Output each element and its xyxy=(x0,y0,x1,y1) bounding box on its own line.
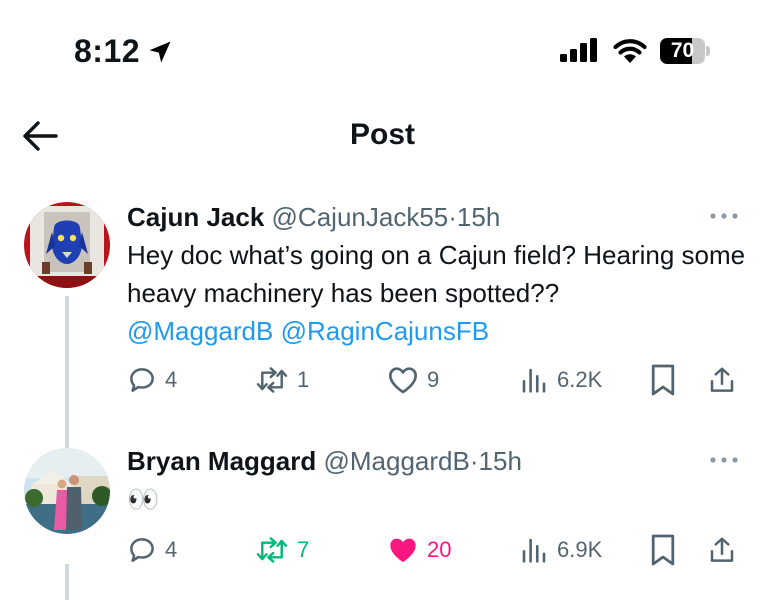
views-button[interactable]: 6.9K xyxy=(519,532,602,568)
tweet-cajun-jack[interactable]: Cajun Jack @CajunJack55·15h Hey doc what… xyxy=(0,190,765,450)
repost-icon xyxy=(256,537,288,563)
dot-separator: · xyxy=(469,446,479,476)
dot-separator: · xyxy=(448,202,457,232)
repost-icon xyxy=(256,367,288,393)
reply-icon xyxy=(130,538,154,562)
share-icon[interactable] xyxy=(707,362,737,398)
tweet-bryan-maggard[interactable]: Bryan Maggard @MaggardB·15h 👀 4 7 20 6.9… xyxy=(0,436,765,600)
author-handle[interactable]: @MaggardB xyxy=(324,446,470,476)
repost-count: 1 xyxy=(297,367,310,392)
like-button[interactable]: 20 xyxy=(387,532,451,568)
author-name[interactable]: Cajun Jack xyxy=(127,202,264,232)
views-chart-icon xyxy=(522,538,546,563)
repost-button[interactable]: 1 xyxy=(255,362,309,398)
status-time: 8:12 xyxy=(74,33,141,69)
author-row: Bryan Maggard @MaggardB·15h xyxy=(127,446,522,477)
tweet-text: 👀 xyxy=(127,480,747,518)
reply-button[interactable]: 4 xyxy=(127,362,177,398)
repost-button[interactable]: 7 xyxy=(255,532,309,568)
location-arrow-icon xyxy=(149,41,171,63)
like-count: 9 xyxy=(427,367,440,392)
repost-count: 7 xyxy=(297,537,310,562)
heart-filled-icon xyxy=(390,538,416,562)
tweet-body: 👀 xyxy=(127,484,160,514)
author-name[interactable]: Bryan Maggard xyxy=(127,446,316,476)
like-button[interactable]: 9 xyxy=(387,362,439,398)
action-bar: 4 1 9 6.2K xyxy=(127,362,747,398)
share-icon[interactable] xyxy=(707,532,737,568)
bookmark-icon[interactable] xyxy=(649,532,677,568)
tweet-text: Hey doc what’s going on a Cajun field? H… xyxy=(127,236,747,350)
avatar[interactable] xyxy=(24,202,110,288)
reply-icon xyxy=(130,368,154,392)
more-options-icon[interactable] xyxy=(708,455,740,465)
battery-indicator: 70 xyxy=(660,38,710,64)
couple-photo-avatar-image xyxy=(24,448,110,534)
mention-link[interactable]: @MaggardB xyxy=(127,316,273,346)
views-count: 6.9K xyxy=(557,537,603,562)
more-options-icon[interactable] xyxy=(708,211,740,221)
blue-dog-avatar-image xyxy=(24,202,110,288)
author-handle[interactable]: @CajunJack55 xyxy=(272,202,449,232)
mention-link[interactable]: @RaginCajunsFB xyxy=(281,316,489,346)
views-button[interactable]: 6.2K xyxy=(519,362,602,398)
heart-icon xyxy=(389,367,417,394)
tweet-body: Hey doc what’s going on a Cajun field? H… xyxy=(127,240,746,308)
cellular-signal-icon xyxy=(560,38,597,62)
action-bar: 4 7 20 6.9K xyxy=(127,532,747,568)
views-chart-icon xyxy=(522,368,546,393)
thread-line xyxy=(65,564,69,600)
status-bar: 8:12 70 xyxy=(0,0,765,100)
like-count: 20 xyxy=(427,537,452,562)
avatar[interactable] xyxy=(24,448,110,534)
reply-button[interactable]: 4 xyxy=(127,532,177,568)
post-time[interactable]: 15h xyxy=(479,446,522,476)
reply-count: 4 xyxy=(165,367,178,392)
reply-count: 4 xyxy=(165,537,178,562)
author-row: Cajun Jack @CajunJack55·15h xyxy=(127,202,500,233)
page-title: Post xyxy=(349,118,415,151)
thread-line xyxy=(65,296,69,450)
views-count: 6.2K xyxy=(557,367,603,392)
battery-percent: 70 xyxy=(670,39,695,62)
post-time[interactable]: 15h xyxy=(457,202,500,232)
wifi-icon xyxy=(613,39,647,63)
bookmark-icon[interactable] xyxy=(649,362,677,398)
